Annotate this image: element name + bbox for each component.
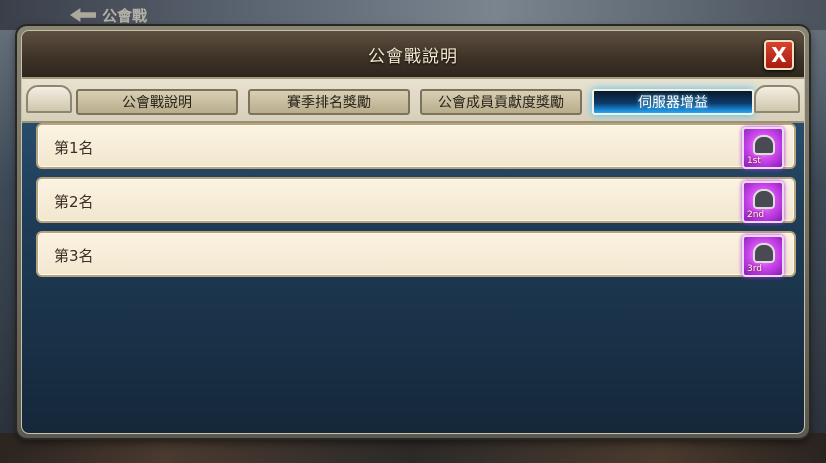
rank-row-3: 第3名 3rd: [36, 231, 796, 277]
rank-row-1: 第1名 1st: [36, 123, 796, 169]
tab-ornament-left-icon: [26, 85, 72, 113]
tab-strip: 公會戰說明 賽季排名獎勵 公會成員貢獻度獎勵 伺服器增益: [22, 79, 804, 123]
helmet-icon: [753, 135, 775, 155]
dialog-body: 公會戰說明 X 公會戰說明 賽季排名獎勵 公會成員貢獻度獎勵 伺服器增益 第1名: [21, 30, 805, 434]
tab-label: 伺服器增益: [638, 95, 708, 111]
helmet-icon: [753, 243, 775, 263]
dialog-title: 公會戰說明: [368, 46, 458, 67]
rank-label: 第3名: [54, 247, 94, 265]
tab-label: 公會成員貢獻度獎勵: [438, 95, 564, 111]
dialog-title-bar: 公會戰說明 X: [22, 31, 804, 79]
rank-2-buff-icon[interactable]: 2nd: [742, 181, 784, 223]
rank-label: 第1名: [54, 139, 94, 157]
rank-tag: 2nd: [747, 210, 765, 220]
tab-member-contribution-rewards[interactable]: 公會成員貢獻度獎勵: [420, 89, 582, 115]
tab-server-buff[interactable]: 伺服器增益: [592, 89, 754, 115]
tab-guild-war-info[interactable]: 公會戰說明: [76, 89, 238, 115]
rank-label: 第2名: [54, 193, 94, 211]
rank-tag: 3rd: [747, 264, 762, 274]
rank-tag: 1st: [747, 156, 761, 166]
background-back-label: 公會戰: [102, 6, 148, 25]
tab-label: 賽季排名獎勵: [287, 95, 371, 111]
tab-label: 公會戰說明: [122, 95, 192, 111]
background-back-button: 公會戰: [70, 4, 147, 26]
helmet-icon: [753, 189, 775, 209]
close-icon: X: [771, 43, 787, 67]
close-button[interactable]: X: [764, 40, 794, 70]
tab-ornament-right-icon: [754, 85, 800, 113]
guild-war-dialog: 公會戰說明 X 公會戰說明 賽季排名獎勵 公會成員貢獻度獎勵 伺服器增益 第1名: [17, 26, 809, 438]
rank-1-buff-icon[interactable]: 1st: [742, 127, 784, 169]
rank-3-buff-icon[interactable]: 3rd: [742, 235, 784, 277]
rank-row-2: 第2名 2nd: [36, 177, 796, 223]
back-arrow-icon: [70, 8, 96, 22]
tab-season-rank-rewards[interactable]: 賽季排名獎勵: [248, 89, 410, 115]
